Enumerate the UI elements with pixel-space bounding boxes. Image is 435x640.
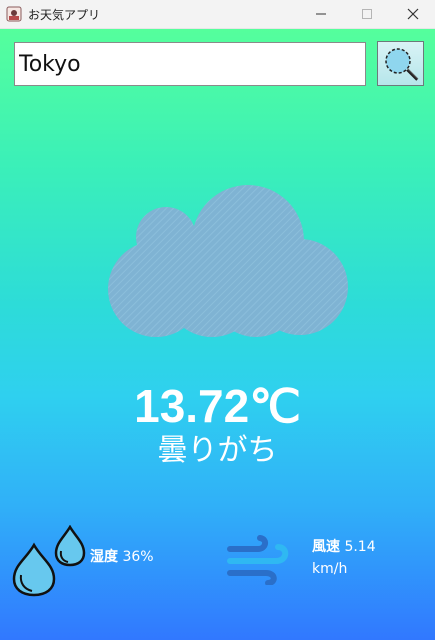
- temperature-value: 13.72℃: [134, 380, 301, 432]
- close-button[interactable]: [390, 0, 435, 28]
- maximize-icon: [362, 9, 372, 19]
- search-button[interactable]: [377, 41, 424, 86]
- humidity-label: 湿度: [90, 549, 118, 565]
- title-bar[interactable]: お天気アプリ: [0, 0, 435, 29]
- close-icon: [407, 8, 419, 20]
- water-drops-icon: [12, 525, 86, 597]
- weather-condition: 曇りがち: [157, 433, 278, 468]
- app-window: お天気アプリ Tokyo 13.72℃ 曇りがち 湿度 36% 風速 5.14 …: [0, 0, 435, 640]
- search-icon: [384, 47, 418, 81]
- wind-info: 風速 5.14 km/h: [312, 536, 422, 580]
- humidity-info: 湿度 36%: [90, 546, 154, 566]
- cloud-icon: [108, 185, 348, 337]
- wind-icon: [227, 535, 289, 585]
- city-search-input[interactable]: [14, 42, 366, 86]
- minimize-button[interactable]: [298, 0, 344, 28]
- wind-label: 風速: [312, 539, 340, 555]
- wind-unit: km/h: [312, 561, 348, 577]
- app-icon: [6, 6, 22, 22]
- weather-panel: 13.72℃ 曇りがち 湿度 36% 風速 5.14 km/h: [0, 29, 435, 640]
- minimize-icon: [316, 13, 326, 15]
- humidity-value: 36%: [122, 549, 154, 565]
- window-title: お天気アプリ: [28, 8, 101, 22]
- maximize-button[interactable]: [344, 0, 390, 28]
- wind-value: 5.14: [344, 539, 376, 555]
